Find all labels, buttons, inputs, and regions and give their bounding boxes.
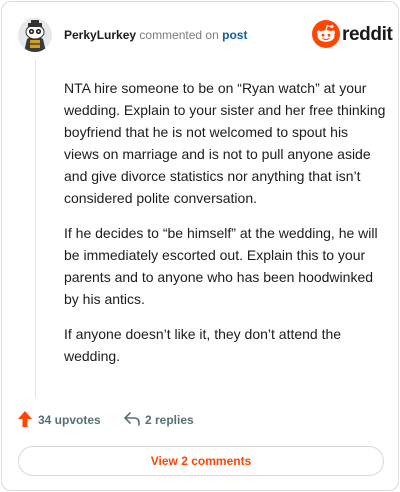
reddit-logo-icon	[312, 20, 340, 48]
view-comments-button[interactable]: View 2 comments	[18, 446, 384, 476]
snoo-avatar-icon[interactable]	[18, 18, 52, 52]
comment-paragraph: If he decides to “be himself” at the wed…	[64, 225, 378, 307]
comment-meta: PerkyLurkey commented on post	[64, 28, 247, 42]
comment-actions: 34 upvotes 2 replies	[18, 410, 378, 430]
upvote-button[interactable]: 34 upvotes	[18, 410, 114, 430]
comment-card: PerkyLurkey commented on post reddit NTA…	[1, 1, 399, 491]
thread-line	[35, 60, 36, 398]
username-link[interactable]: PerkyLurkey	[64, 28, 136, 42]
reply-arrow-icon	[124, 412, 140, 426]
comment-body: NTA hire someone to be on “Ryan watch” a…	[64, 77, 386, 380]
comment-paragraph: If anyone doesn’t like it, they don’t at…	[64, 326, 342, 364]
brand-wordmark: reddit	[342, 24, 393, 45]
commented-on-text: commented on	[139, 28, 219, 42]
post-link[interactable]: post	[222, 28, 247, 42]
comment-header: PerkyLurkey commented on post reddit	[18, 18, 393, 52]
upvote-arrow-icon	[18, 411, 32, 427]
reply-button[interactable]: 2 replies	[124, 410, 214, 430]
reddit-brand[interactable]: reddit	[312, 20, 393, 50]
comment-paragraph: NTA hire someone to be on “Ryan watch” a…	[64, 80, 386, 206]
reply-count: 2 replies	[145, 413, 194, 427]
upvote-count: 34 upvotes	[38, 413, 101, 427]
